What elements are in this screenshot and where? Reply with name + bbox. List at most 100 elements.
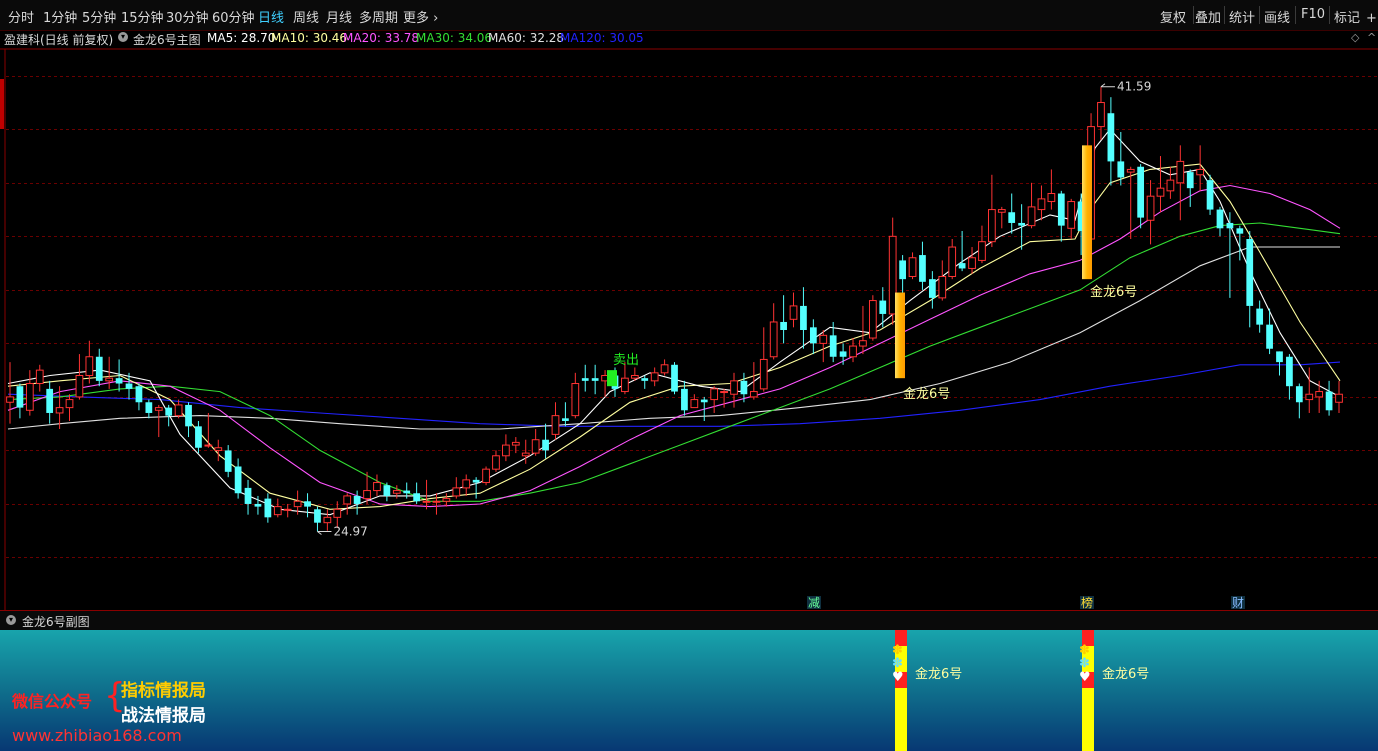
candle — [273, 498, 282, 518]
sub-indicator-dropdown-icon[interactable]: ▾ — [6, 615, 16, 625]
candle — [1146, 180, 1155, 245]
candle-body — [403, 490, 411, 494]
candle-body — [1286, 356, 1293, 387]
candle — [413, 482, 421, 504]
sub-indicator-panel[interactable]: ✽ ✽ ♥ 金龙6号 ✽ ✽ ♥ 金龙6号 微信公众号 { 指标情报局 战法情报… — [0, 630, 1378, 751]
candle-body — [551, 415, 560, 435]
candle — [1305, 367, 1314, 413]
candle-body — [681, 388, 688, 411]
candle — [1126, 166, 1135, 240]
candle-body — [244, 487, 252, 504]
sub-signal-label: 金龙6号 — [1102, 667, 1150, 682]
candle-body — [1146, 195, 1155, 221]
candle — [581, 364, 589, 392]
candle-body — [968, 257, 976, 269]
candle — [432, 493, 441, 515]
candle-body — [839, 351, 847, 357]
candle-body — [621, 377, 629, 393]
candle-body — [1315, 391, 1324, 398]
candle — [1166, 166, 1175, 199]
candle-body — [899, 260, 906, 280]
candle-body — [293, 500, 302, 508]
candle-body — [1117, 161, 1125, 178]
candle-body — [710, 388, 719, 401]
candle — [928, 271, 936, 309]
event-marker-cai[interactable]: 财 — [1232, 596, 1244, 610]
candle-body — [789, 305, 798, 320]
candle-body — [462, 479, 471, 489]
candle-body — [343, 495, 352, 505]
candle — [591, 364, 599, 395]
candle — [1286, 354, 1293, 400]
candle — [195, 420, 202, 454]
candle-body — [1156, 187, 1165, 197]
candle-body — [154, 407, 163, 411]
candle-body — [472, 479, 480, 483]
candle-body — [492, 455, 500, 470]
candle — [988, 174, 996, 248]
candle — [819, 330, 828, 363]
candle-body — [283, 508, 292, 511]
candle — [6, 362, 14, 424]
candle — [1057, 190, 1065, 242]
candle — [919, 241, 926, 290]
candle — [373, 474, 381, 496]
candle-body — [671, 364, 678, 392]
candle — [135, 383, 143, 411]
candle — [392, 485, 401, 499]
candle-body — [105, 377, 114, 382]
sub-indicator-name[interactable]: 金龙6号副图 — [22, 613, 90, 630]
candle-body — [1107, 113, 1115, 162]
candle-body — [1256, 308, 1264, 325]
candle-body — [769, 321, 778, 358]
candle-body — [1216, 209, 1224, 229]
jinlong-signal-label: 金龙6号 — [1090, 284, 1137, 300]
candles — [6, 86, 1343, 532]
candle-body — [868, 300, 877, 339]
candle-body — [1018, 222, 1025, 226]
candle-body — [115, 378, 123, 384]
watermark-wechat: 微信公众号 — [12, 692, 93, 711]
candle — [154, 404, 163, 438]
candle — [16, 383, 24, 419]
candle — [1295, 383, 1303, 419]
candle — [75, 354, 84, 400]
candle — [839, 343, 847, 365]
candle — [997, 206, 1006, 229]
price-grid — [6, 76, 1378, 558]
candle-body — [363, 490, 371, 500]
candle — [690, 394, 699, 409]
candle-body — [1037, 198, 1046, 211]
candle-body — [25, 383, 34, 411]
candle-body — [1246, 239, 1254, 306]
heart-icon: ♥ — [892, 670, 904, 685]
main-candlestick-chart[interactable]: 41.59 24.97 卖出 金龙6号 金龙6号 减 榜 财 — [0, 0, 1378, 611]
butterfly-icon: ✽ — [1079, 656, 1090, 671]
candle — [800, 287, 807, 349]
candle — [46, 380, 54, 424]
high-price-label: 41.59 — [1117, 80, 1151, 94]
candle-body — [1137, 166, 1145, 218]
candle — [650, 367, 659, 387]
candle — [1325, 380, 1333, 416]
candle-body — [928, 279, 936, 298]
candle-body — [264, 498, 272, 518]
candle — [868, 295, 877, 341]
candle — [304, 493, 311, 518]
candle-body — [185, 404, 192, 427]
candle-body — [65, 399, 74, 409]
event-marker-jian[interactable]: 减 — [808, 596, 820, 610]
candle-body — [95, 356, 103, 381]
event-marker-bang[interactable]: 榜 — [1081, 595, 1093, 610]
candle-body — [273, 506, 282, 516]
candle — [1156, 156, 1165, 213]
candle-body — [452, 487, 461, 497]
candle-body — [224, 450, 232, 472]
candle-body — [1186, 172, 1194, 189]
candle — [849, 338, 857, 363]
candle — [968, 247, 976, 274]
scroll-indicator[interactable] — [0, 79, 4, 129]
candle — [809, 319, 817, 355]
candle — [749, 362, 758, 400]
candle — [908, 252, 917, 280]
